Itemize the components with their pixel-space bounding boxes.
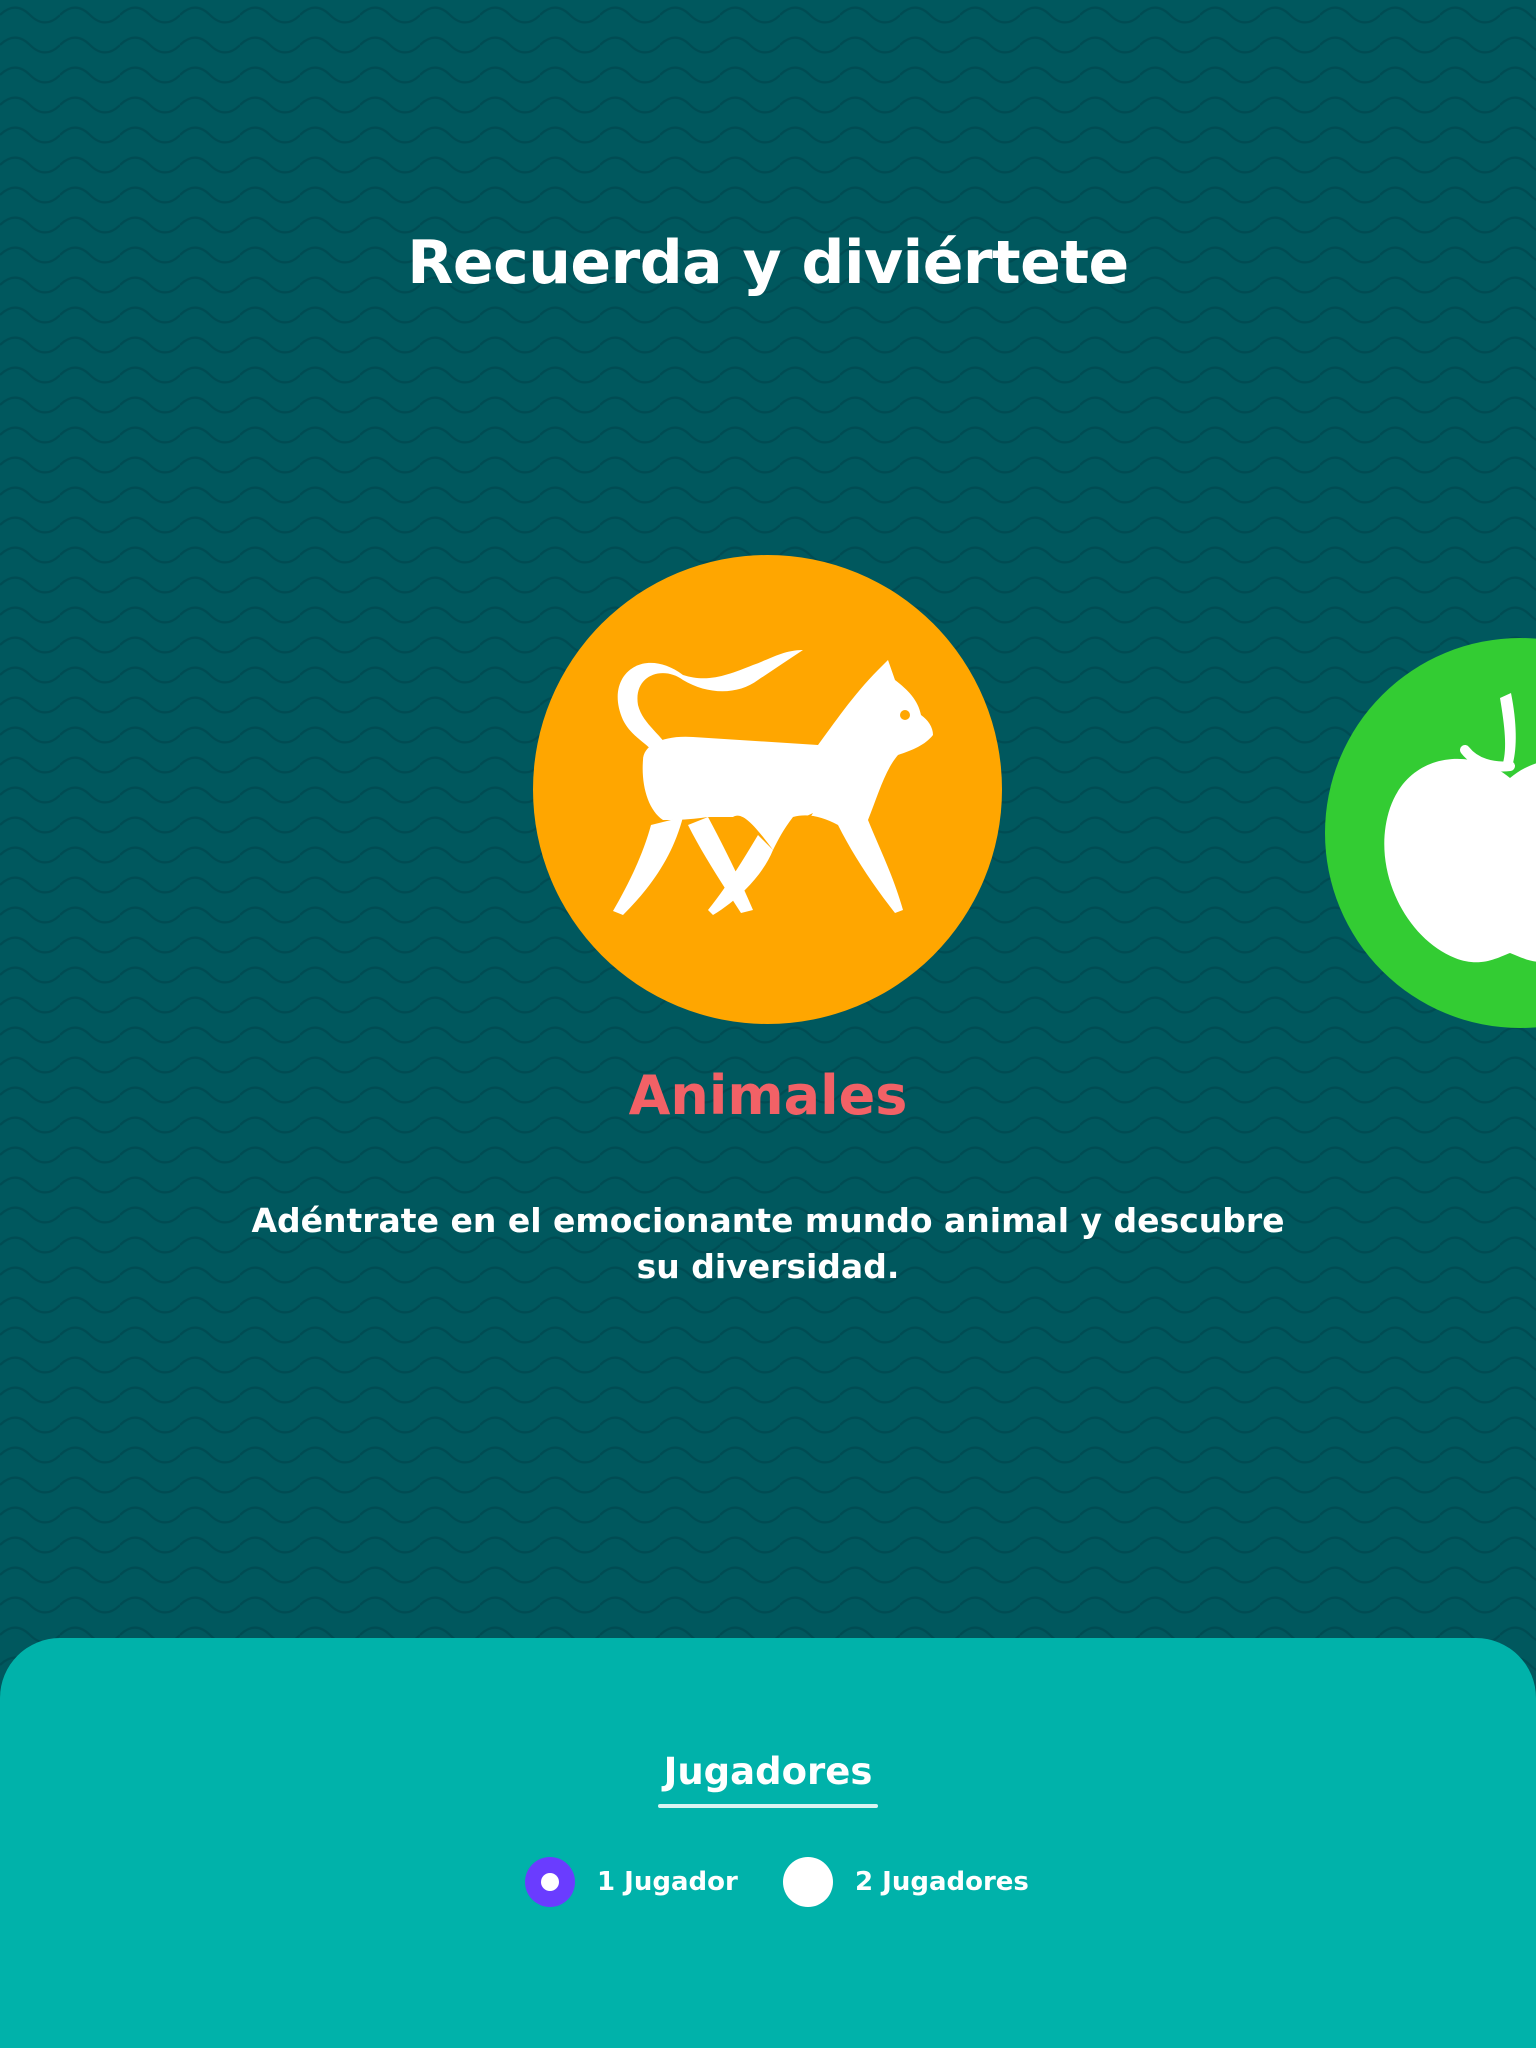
radio-1-player[interactable]	[525, 1857, 575, 1907]
players-title-underline	[658, 1804, 878, 1808]
category-card-animals[interactable]	[533, 555, 1002, 1024]
category-title: Animales	[628, 1064, 908, 1127]
apple-icon	[1384, 693, 1536, 963]
option-1-player[interactable]: 1 Jugador	[525, 1856, 738, 1908]
option-1-player-label: 1 Jugador	[597, 1867, 738, 1897]
category-card-fruits[interactable]	[1325, 638, 1536, 1028]
option-2-players-label: 2 Jugadores	[855, 1867, 1029, 1897]
page-title: Recuerda y diviértete	[407, 228, 1129, 298]
players-panel: Jugadores 1 Jugador 2 Jugadores	[0, 1638, 1536, 2048]
cat-icon	[613, 650, 933, 915]
game-screen: Recuerda y diviértete Animales Adéntrate…	[0, 0, 1536, 2048]
radio-2-players[interactable]	[783, 1857, 833, 1907]
option-2-players[interactable]: 2 Jugadores	[783, 1856, 1029, 1908]
players-title: Jugadores	[663, 1750, 873, 1793]
radio-selected-dot	[541, 1873, 559, 1891]
category-description: Adéntrate en el emocionante mundo animal…	[251, 1201, 1285, 1286]
